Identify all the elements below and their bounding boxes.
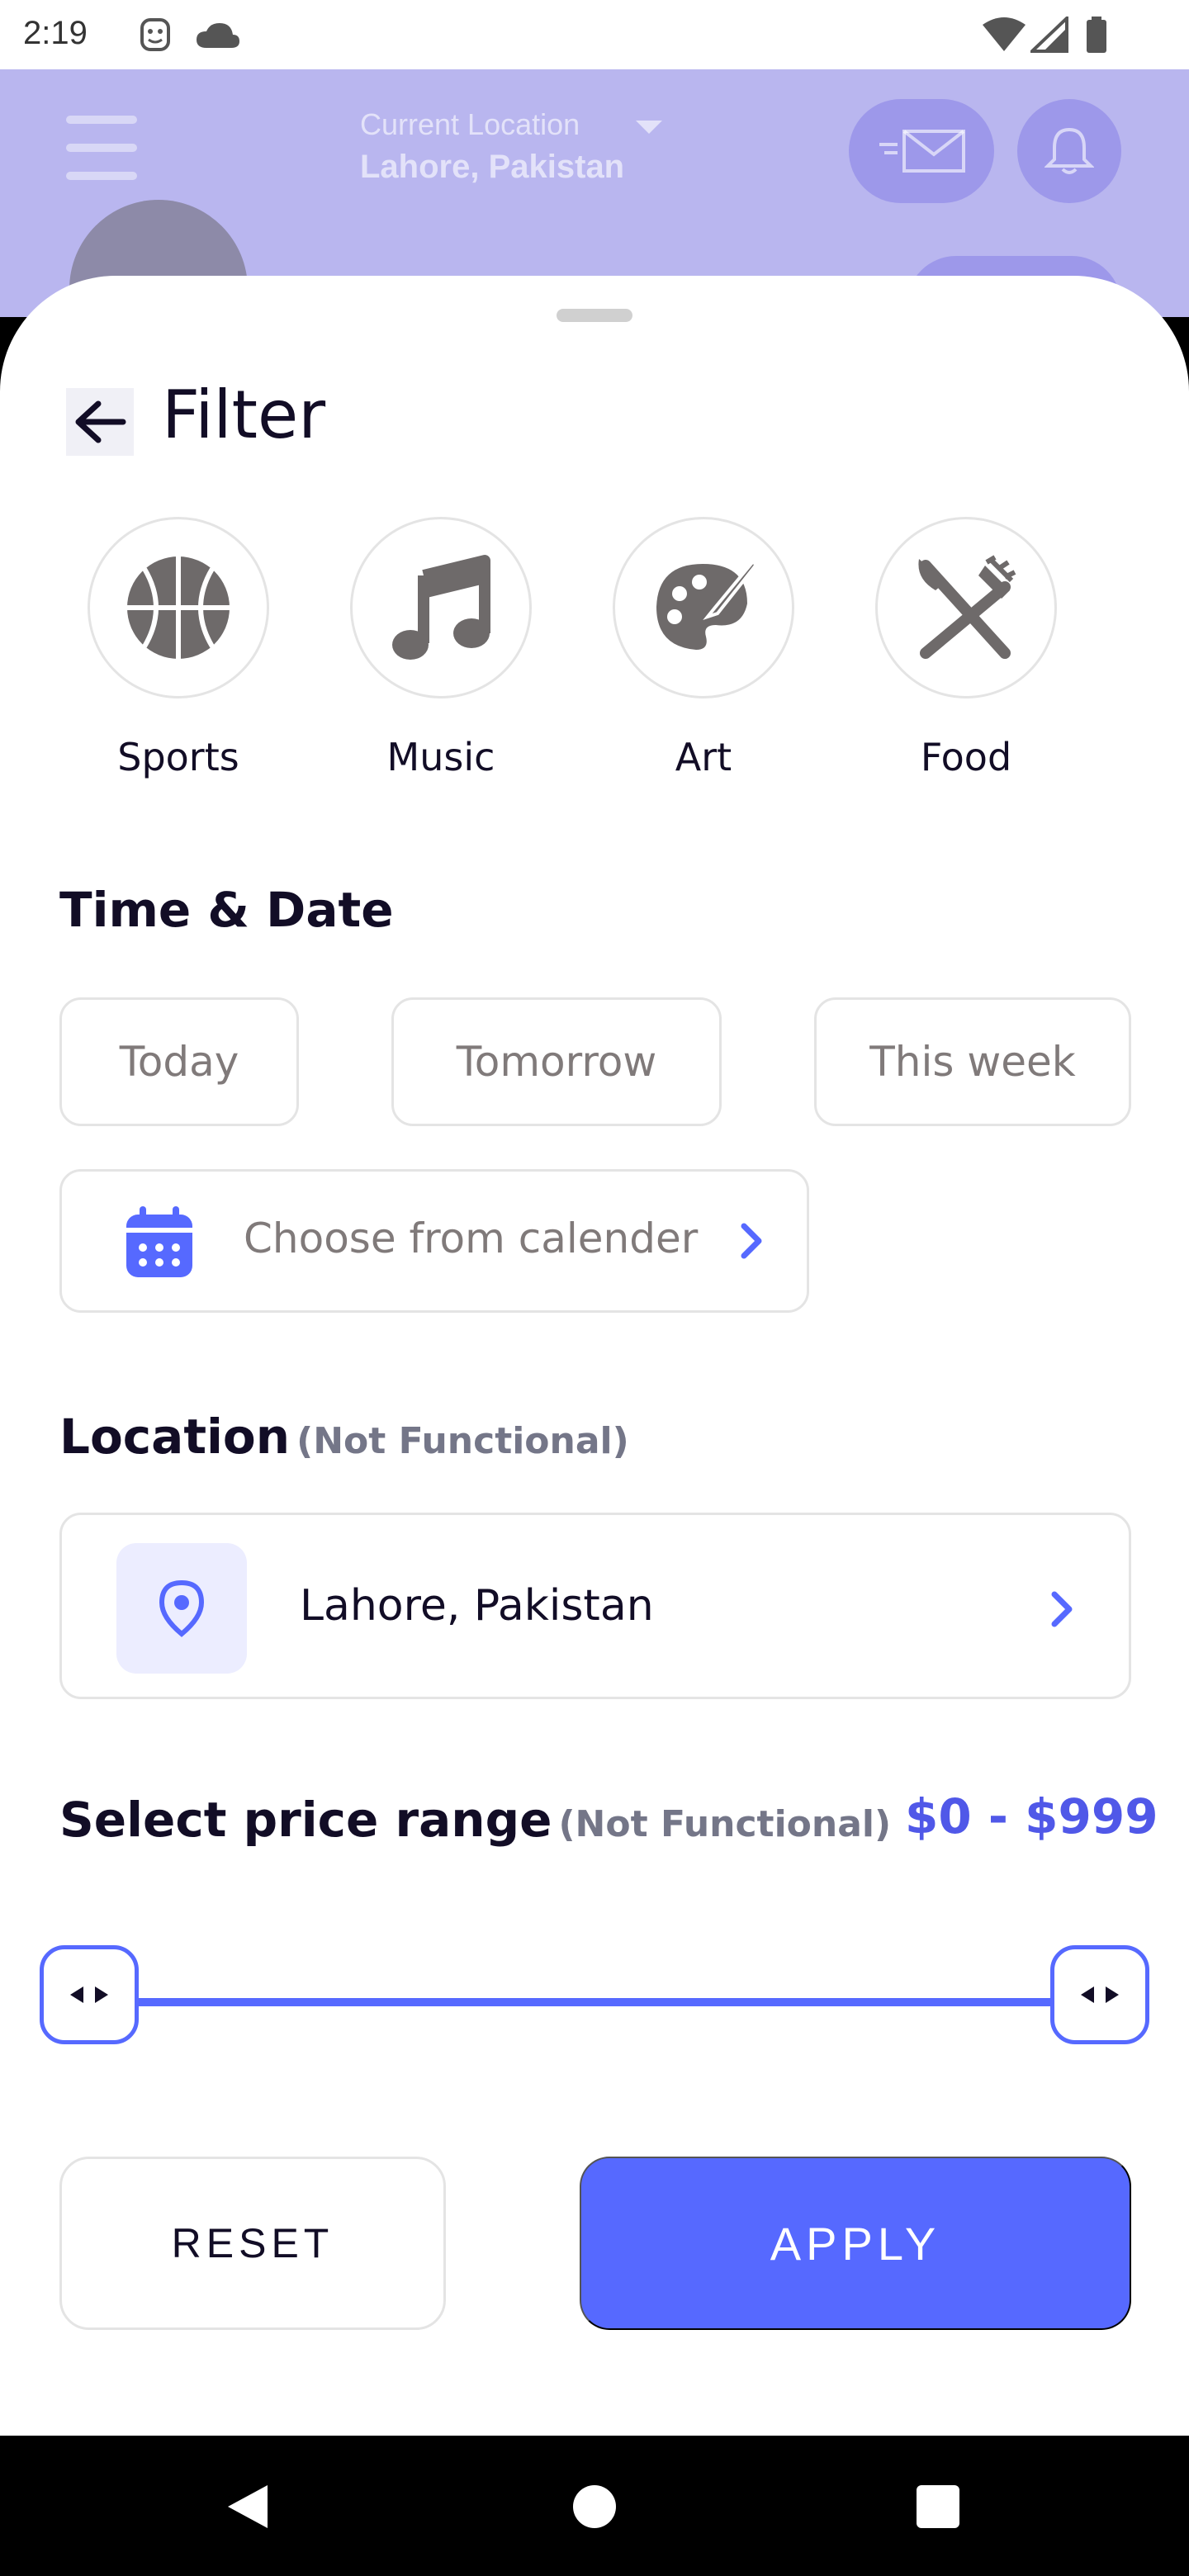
calendar-icon	[126, 1206, 192, 1277]
price-slider-min-handle[interactable]	[40, 1945, 139, 2044]
mail-button	[849, 99, 994, 203]
arrow-left-icon	[75, 400, 126, 443]
palette-icon	[656, 556, 757, 650]
mail-icon	[879, 130, 965, 173]
category-list: Sports Music Art Food	[0, 517, 1189, 814]
status-bar: 2:19	[0, 0, 1189, 69]
category-art[interactable]: Art	[613, 517, 794, 779]
bell-icon	[1045, 127, 1094, 174]
reset-button[interactable]: RESET	[59, 2157, 446, 2330]
back-nav-button[interactable]	[223, 2482, 272, 2535]
price-range-title: Select price range (Not Functional)	[59, 1792, 891, 1848]
price-slider-track[interactable]	[124, 1998, 1065, 2006]
category-label: Sports	[117, 735, 239, 779]
cloud-icon	[195, 21, 241, 53]
chip-today[interactable]: Today	[59, 997, 299, 1126]
status-time: 2:19	[23, 15, 88, 51]
chip-tomorrow[interactable]: Tomorrow	[391, 997, 722, 1126]
calendar-label: Choose from calender	[244, 1215, 699, 1262]
location-subtitle: (Not Functional)	[296, 1420, 629, 1462]
category-music[interactable]: Music	[350, 517, 532, 779]
navigation-bar	[0, 2436, 1189, 2576]
map-pin-icon	[159, 1579, 205, 1637]
music-note-icon	[392, 555, 490, 660]
chip-this-week[interactable]: This week	[814, 997, 1131, 1126]
current-location-value: Lahore, Pakistan	[360, 149, 625, 185]
menu-icon	[66, 116, 137, 182]
choose-calendar-button[interactable]: Choose from calender	[59, 1169, 809, 1313]
location-title-text: Location	[59, 1409, 291, 1465]
price-range-value: $0 - $999	[905, 1788, 1158, 1844]
category-label: Art	[675, 735, 732, 779]
notification-button	[1017, 99, 1121, 203]
category-circle	[875, 517, 1057, 698]
apply-button[interactable]: APPLY	[580, 2157, 1131, 2330]
category-label: Food	[920, 735, 1012, 779]
chevron-right-icon	[741, 1223, 762, 1259]
location-selector[interactable]: Lahore, Pakistan	[59, 1513, 1131, 1699]
time-date-title: Time & Date	[59, 882, 394, 938]
drag-arrows-icon	[70, 1986, 108, 2003]
app-notification-icon	[139, 17, 172, 56]
sheet-title: Filter	[162, 376, 326, 453]
caret-down-icon	[636, 121, 662, 134]
category-circle	[613, 517, 794, 698]
filter-sheet: Filter Sports Music Art Food Time & Date…	[0, 276, 1189, 2436]
category-circle	[88, 517, 269, 698]
location-title: Location (Not Functional)	[59, 1409, 629, 1465]
location-value: Lahore, Pakistan	[300, 1581, 654, 1631]
wifi-icon	[981, 17, 1027, 56]
recents-nav-button[interactable]	[915, 2482, 961, 2535]
back-button[interactable]	[66, 388, 134, 456]
square-recents-icon	[917, 2485, 959, 2528]
category-sports[interactable]: Sports	[88, 517, 269, 779]
current-location-label: Current Location	[360, 107, 580, 141]
triangle-back-icon	[228, 2485, 268, 2528]
battery-icon	[1085, 17, 1108, 56]
category-label: Music	[386, 735, 495, 779]
circle-home-icon	[573, 2485, 616, 2528]
category-circle	[350, 517, 532, 698]
chevron-right-icon	[1051, 1591, 1073, 1627]
price-subtitle: (Not Functional)	[558, 1803, 892, 1845]
drag-arrows-icon	[1081, 1986, 1119, 2003]
signal-icon	[1028, 14, 1068, 56]
drag-handle[interactable]	[557, 309, 632, 322]
price-slider-max-handle[interactable]	[1050, 1945, 1149, 2044]
basketball-icon	[127, 556, 230, 659]
price-title-text: Select price range	[59, 1792, 552, 1848]
category-food[interactable]: Food	[875, 517, 1057, 779]
location-icon-box	[116, 1543, 247, 1674]
home-nav-button[interactable]	[571, 2482, 618, 2535]
utensils-icon	[918, 555, 1016, 659]
